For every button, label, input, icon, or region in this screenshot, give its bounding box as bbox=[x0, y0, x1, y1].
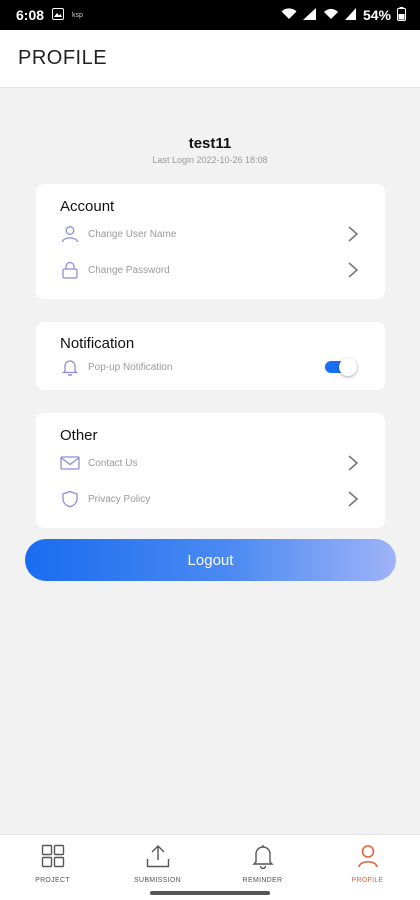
user-icon bbox=[60, 224, 80, 244]
status-bar: 6:08 ksp 54% bbox=[0, 0, 420, 30]
nav-reminder-label: REMINDER bbox=[242, 877, 283, 884]
contact-us-row[interactable]: Contact Us bbox=[60, 449, 360, 477]
other-card: Other Contact Us Privacy Policy bbox=[36, 413, 385, 528]
grid-icon bbox=[40, 843, 66, 869]
nav-profile-label: PROFILE bbox=[351, 877, 384, 884]
bell-icon bbox=[60, 357, 80, 377]
signal-icon bbox=[302, 7, 317, 23]
change-password-row[interactable]: Change Password bbox=[60, 256, 360, 284]
toggle-knob bbox=[339, 358, 357, 376]
app-header: PROFILE bbox=[0, 30, 420, 88]
bell-icon bbox=[250, 843, 276, 870]
wifi-icon bbox=[281, 7, 297, 23]
chevron-right-icon bbox=[346, 454, 360, 472]
battery-percent: 54% bbox=[362, 7, 391, 23]
bottom-navigation: PROJECT SUBMISSION REMINDER PROFILE bbox=[0, 834, 420, 886]
popup-notification-toggle[interactable] bbox=[325, 358, 357, 376]
chevron-right-icon bbox=[346, 225, 360, 243]
notification-card: Notification Pop-up Notification bbox=[36, 322, 385, 390]
privacy-policy-row[interactable]: Privacy Policy bbox=[60, 485, 360, 513]
page-title: PROFILE bbox=[18, 47, 108, 69]
home-indicator[interactable] bbox=[150, 891, 270, 895]
wifi-calling-icon bbox=[323, 7, 339, 23]
change-user-name-row[interactable]: Change User Name bbox=[60, 220, 360, 248]
popup-notification-label: Pop-up Notification bbox=[88, 361, 173, 373]
contact-us-label: Contact Us bbox=[88, 457, 138, 469]
other-title: Other bbox=[60, 427, 98, 444]
popup-notification-row: Pop-up Notification bbox=[60, 353, 320, 381]
change-user-name-label: Change User Name bbox=[88, 228, 177, 240]
nav-reminder[interactable]: REMINDER bbox=[210, 835, 315, 886]
last-login: Last Login 2022-10-26 18:08 bbox=[152, 155, 268, 165]
nav-project[interactable]: PROJECT bbox=[0, 835, 105, 886]
lock-icon bbox=[60, 260, 80, 280]
nav-submission[interactable]: SUBMISSION bbox=[105, 835, 210, 886]
status-time: 6:08 bbox=[16, 7, 45, 23]
account-title: Account bbox=[60, 198, 115, 215]
battery-icon bbox=[397, 6, 406, 24]
chevron-right-icon bbox=[346, 490, 360, 508]
shield-icon bbox=[60, 489, 80, 509]
system-home-bar bbox=[0, 886, 420, 900]
nav-submission-label: SUBMISSION bbox=[134, 877, 181, 884]
user-name: test11 bbox=[188, 135, 232, 152]
chevron-right-icon bbox=[346, 261, 360, 279]
nav-project-label: PROJECT bbox=[35, 877, 70, 884]
gallery-icon bbox=[52, 7, 65, 23]
mail-icon bbox=[60, 453, 80, 473]
upload-icon bbox=[145, 843, 171, 869]
person-icon bbox=[355, 843, 381, 869]
status-small-label: ksp bbox=[72, 11, 83, 19]
nav-profile[interactable]: PROFILE bbox=[315, 835, 420, 886]
logout-button[interactable]: Logout bbox=[25, 539, 396, 581]
notification-title: Notification bbox=[60, 335, 135, 352]
change-password-label: Change Password bbox=[88, 264, 170, 276]
signal-icon-2 bbox=[344, 7, 357, 23]
account-card: Account Change User Name Change Password bbox=[36, 184, 385, 299]
privacy-policy-label: Privacy Policy bbox=[88, 493, 151, 505]
